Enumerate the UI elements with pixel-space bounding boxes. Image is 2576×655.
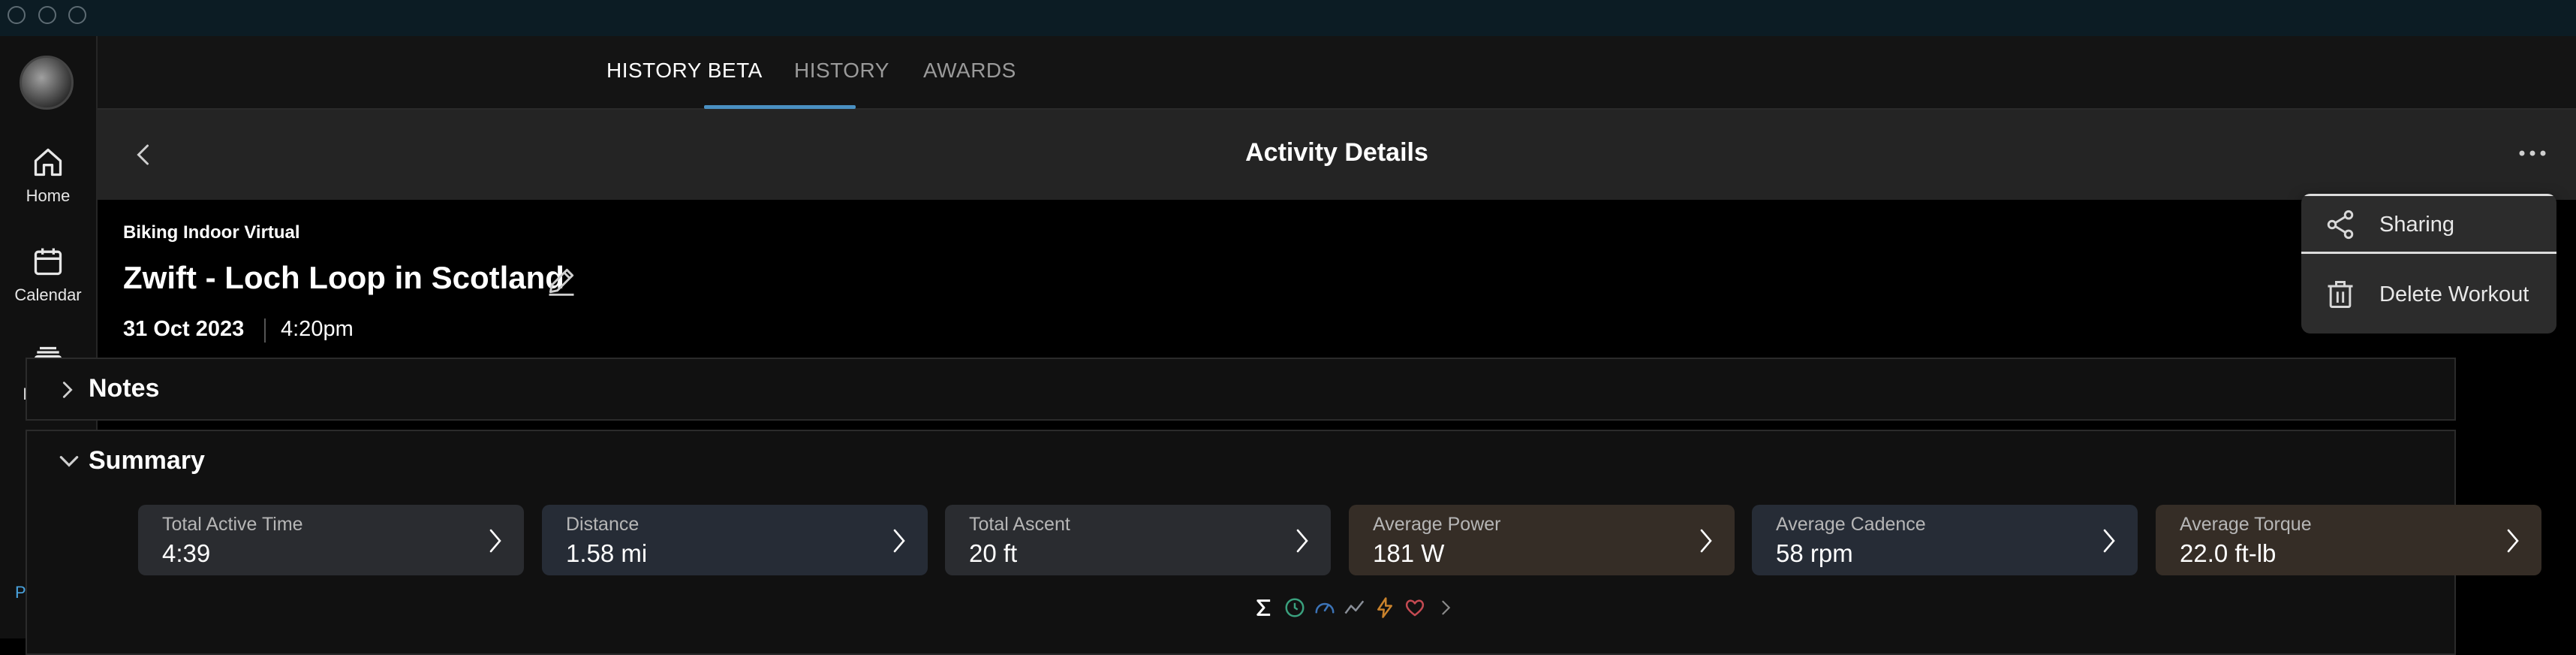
menu-item-label: Sharing [2379, 213, 2454, 237]
menu-item-sharing[interactable]: Sharing [2301, 194, 2556, 254]
stat-label: Average Cadence [1776, 514, 1926, 535]
activity-type: Biking Indoor Virtual [123, 222, 300, 243]
chevron-right-icon[interactable] [1438, 596, 1455, 623]
page-header: Activity Details [98, 110, 2576, 200]
avatar[interactable] [20, 56, 74, 110]
clock-icon[interactable] [1283, 596, 1306, 623]
stat-card-total-ascent[interactable]: Total Ascent 20 ft [945, 505, 1331, 575]
window-maximize-button[interactable] [68, 6, 86, 24]
divider [264, 318, 266, 343]
tab-history-beta[interactable]: HISTORY BETA [606, 59, 763, 83]
tab-bar: HISTORY BETA HISTORY AWARDS [98, 36, 2576, 110]
chevron-right-icon [1700, 529, 1712, 553]
sidebar-item-calendar[interactable]: Calendar [0, 245, 96, 328]
sidebar-item-label: Calendar [14, 285, 82, 304]
stat-label: Distance [566, 514, 639, 535]
window-close-button[interactable] [8, 6, 26, 24]
elevation-icon[interactable] [1344, 596, 1366, 623]
menu-item-label: Delete Workout [2379, 282, 2529, 306]
chevron-right-icon [489, 529, 501, 553]
power-bolt-icon[interactable] [1374, 596, 1396, 623]
chevron-down-icon[interactable] [57, 449, 81, 473]
chevron-right-icon [2507, 529, 2519, 553]
activity-options-menu: Sharing Delete Workout [2301, 194, 2556, 334]
activity-name: Zwift - Loch Loop in Scotland [123, 260, 564, 295]
page-title: Activity Details [1245, 138, 1428, 167]
activity-time: 4:20pm [281, 317, 354, 341]
pencil-icon[interactable] [545, 264, 578, 297]
chevron-right-icon [2103, 529, 2115, 553]
share-icon [2327, 210, 2354, 240]
window-titlebar [0, 0, 2576, 36]
activity-date: 31 Oct 2023 [123, 317, 245, 341]
stat-value: 181 W [1373, 539, 1445, 567]
stat-value: 1.58 mi [566, 539, 648, 567]
sigma-icon[interactable] [1253, 596, 1274, 623]
stat-label: Average Torque [2180, 514, 2312, 535]
stat-card-distance[interactable]: Distance 1.58 mi [542, 505, 928, 575]
stat-value: 4:39 [162, 539, 211, 567]
chevron-right-icon [62, 382, 73, 398]
chevron-right-icon [1296, 529, 1308, 553]
stat-value: 58 rpm [1776, 539, 1853, 567]
more-options-icon[interactable] [2517, 144, 2547, 162]
stat-card-average-power[interactable]: Average Power 181 W [1349, 505, 1735, 575]
notes-title: Notes [89, 374, 160, 403]
notes-panel[interactable]: Notes [26, 358, 2456, 421]
summary-title: Summary [89, 446, 205, 475]
tab-awards[interactable]: AWARDS [923, 59, 1016, 83]
window-minimize-button[interactable] [38, 6, 56, 24]
sidebar-item-home[interactable]: Home [0, 146, 96, 228]
sidebar-item-label: Home [26, 186, 71, 205]
speed-gauge-icon[interactable] [1314, 596, 1336, 623]
menu-item-delete-workout[interactable]: Delete Workout [2301, 266, 2556, 326]
stat-card-average-cadence[interactable]: Average Cadence 58 rpm [1752, 505, 2138, 575]
stat-label: Total Ascent [969, 514, 1070, 535]
calendar-icon [34, 248, 62, 276]
trash-icon [2328, 281, 2353, 308]
active-tab-indicator [704, 105, 856, 109]
home-icon [34, 148, 62, 177]
chevron-right-icon [893, 529, 905, 553]
stat-card-total-active-time[interactable]: Total Active Time 4:39 [138, 505, 524, 575]
stat-value: 20 ft [969, 539, 1018, 567]
stat-label: Total Active Time [162, 514, 303, 535]
stat-value: 22.0 ft-lb [2180, 539, 2277, 567]
heart-icon[interactable] [1404, 596, 1426, 623]
metric-category-row [1253, 596, 1479, 623]
tab-history[interactable]: HISTORY [794, 59, 889, 83]
stat-label: Average Power [1373, 514, 1501, 535]
stat-card-average-torque[interactable]: Average Torque 22.0 ft-lb [2156, 505, 2541, 575]
